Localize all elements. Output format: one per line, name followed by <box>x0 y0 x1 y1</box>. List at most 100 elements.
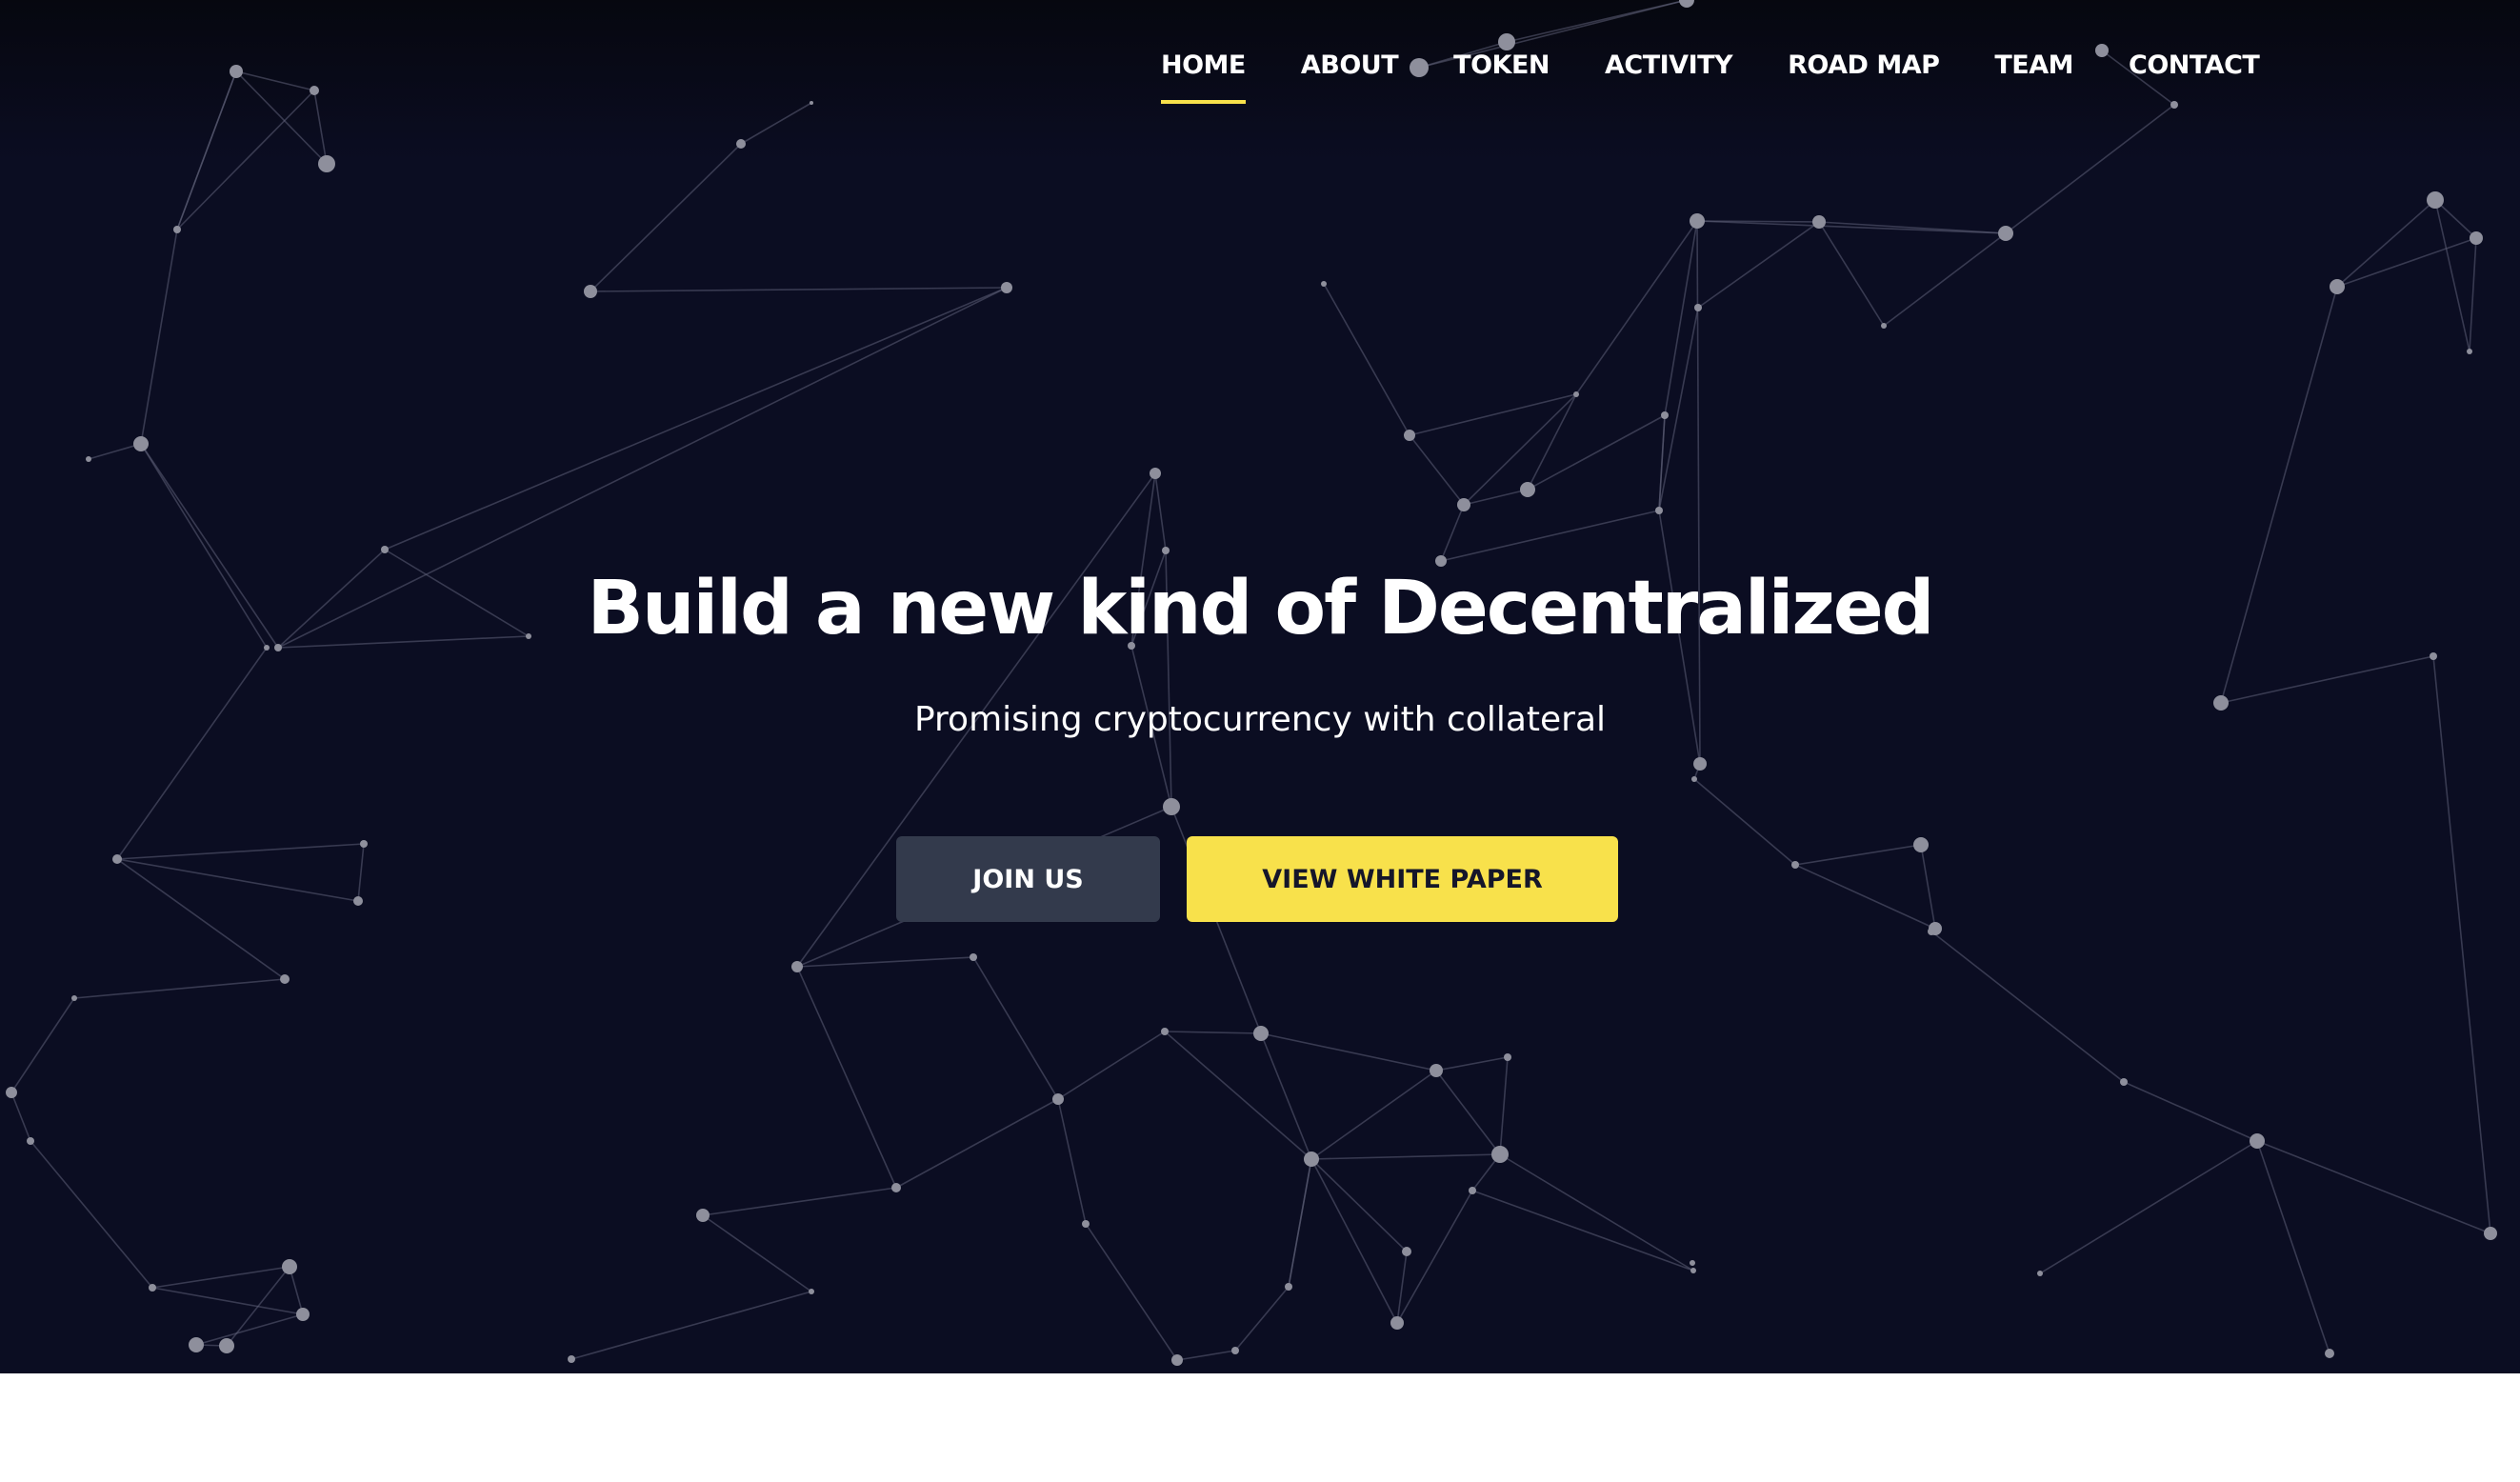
network-node <box>1655 507 1663 514</box>
network-link <box>116 858 286 980</box>
network-node <box>1913 837 1929 852</box>
network-node <box>86 456 91 462</box>
network-link <box>1920 844 1936 930</box>
network-node <box>173 226 181 233</box>
network-node <box>1457 498 1470 511</box>
network-node <box>1520 482 1535 497</box>
network-node <box>1404 430 1415 441</box>
network-node <box>810 101 813 105</box>
network-link <box>73 978 286 999</box>
network-link <box>1310 1158 1398 1324</box>
nav-token-link[interactable]: TOKEN <box>1453 0 1550 133</box>
network-node <box>1791 861 1799 869</box>
network-link <box>1396 1190 1473 1324</box>
network-link <box>1310 1153 1501 1160</box>
network-node <box>1881 323 1887 329</box>
network-link <box>116 647 268 860</box>
nav-home-link[interactable]: HOME <box>1161 0 1246 133</box>
network-link <box>1234 1286 1290 1352</box>
network-node <box>189 1337 204 1352</box>
nav-activity-link[interactable]: ACTIVITY <box>1605 0 1733 133</box>
network-link <box>1409 393 1577 436</box>
network-link <box>1310 1070 1437 1160</box>
network-link <box>1164 1031 1312 1160</box>
network-link <box>895 1098 1059 1189</box>
network-link <box>2469 237 2477 352</box>
network-link <box>1435 1070 1501 1155</box>
network-node <box>280 974 290 984</box>
network-node <box>1693 757 1707 771</box>
network-node <box>1430 1064 1443 1077</box>
network-link <box>2434 199 2470 352</box>
nav-about-link[interactable]: ABOUT <box>1301 0 1399 133</box>
network-link <box>10 997 75 1093</box>
network-link <box>1664 220 1698 416</box>
network-link <box>2336 199 2436 288</box>
network-node <box>310 86 319 95</box>
network-node <box>1491 1146 1509 1163</box>
network-node <box>1052 1093 1064 1105</box>
network-link <box>357 843 365 902</box>
network-node <box>1082 1220 1090 1228</box>
network-node <box>568 1355 575 1363</box>
network-node <box>318 155 335 172</box>
network-link <box>30 1140 153 1289</box>
network-link <box>2256 1140 2330 1354</box>
network-link <box>1440 510 1660 562</box>
main-nav: HOME ABOUT TOKEN ACTIVITY ROAD MAP TEAM … <box>1133 0 2287 133</box>
network-link <box>796 966 897 1189</box>
network-link <box>1288 1158 1312 1288</box>
nav-team-link[interactable]: TEAM <box>1994 0 2073 133</box>
network-node <box>809 1289 814 1294</box>
network-link <box>1164 1031 1262 1034</box>
network-link <box>1696 220 2007 234</box>
network-node <box>1661 411 1669 419</box>
network-node <box>1573 391 1579 397</box>
network-node <box>970 953 977 961</box>
view-white-paper-button[interactable]: VIEW WHITE PAPER <box>1187 836 1618 922</box>
network-node <box>2467 349 2472 354</box>
network-node <box>1691 776 1697 782</box>
network-node <box>296 1308 310 1321</box>
network-link <box>590 143 742 292</box>
network-node <box>1998 226 2013 241</box>
network-node <box>360 840 368 848</box>
nav-roadmap-link[interactable]: ROAD MAP <box>1788 0 1940 133</box>
network-link <box>1085 1223 1178 1361</box>
network-node <box>2120 1078 2128 1086</box>
network-node <box>353 896 363 906</box>
network-link <box>1697 221 1820 309</box>
network-node <box>1469 1187 1476 1194</box>
network-node <box>1690 1268 1696 1273</box>
network-link <box>740 102 812 145</box>
network-node <box>2484 1227 2497 1240</box>
network-node <box>1304 1152 1319 1167</box>
join-us-button[interactable]: JOIN US <box>896 836 1160 922</box>
network-link <box>384 287 1008 551</box>
network-node <box>71 995 77 1001</box>
network-node <box>1163 798 1180 815</box>
network-node <box>219 1338 234 1353</box>
network-link <box>1176 1350 1236 1361</box>
network-link <box>1883 232 2007 327</box>
network-node <box>1504 1053 1511 1061</box>
network-node <box>2250 1133 2265 1149</box>
network-link <box>1575 220 1698 395</box>
network-node <box>1928 928 1935 935</box>
network-link <box>1658 307 1699 511</box>
network-node <box>1812 215 1826 229</box>
network-link <box>151 1266 290 1289</box>
network-node <box>1150 468 1161 479</box>
network-link <box>176 90 315 230</box>
network-link <box>1440 504 1465 562</box>
network-link <box>1471 1190 1694 1272</box>
network-node <box>2427 191 2444 209</box>
network-node <box>1253 1026 1269 1041</box>
network-node <box>1285 1283 1292 1291</box>
network-link <box>1260 1032 1312 1160</box>
network-node <box>149 1284 156 1292</box>
network-link <box>1527 393 1577 491</box>
network-node <box>891 1183 901 1192</box>
nav-contact-link[interactable]: CONTACT <box>2129 0 2260 133</box>
network-link <box>176 70 237 230</box>
